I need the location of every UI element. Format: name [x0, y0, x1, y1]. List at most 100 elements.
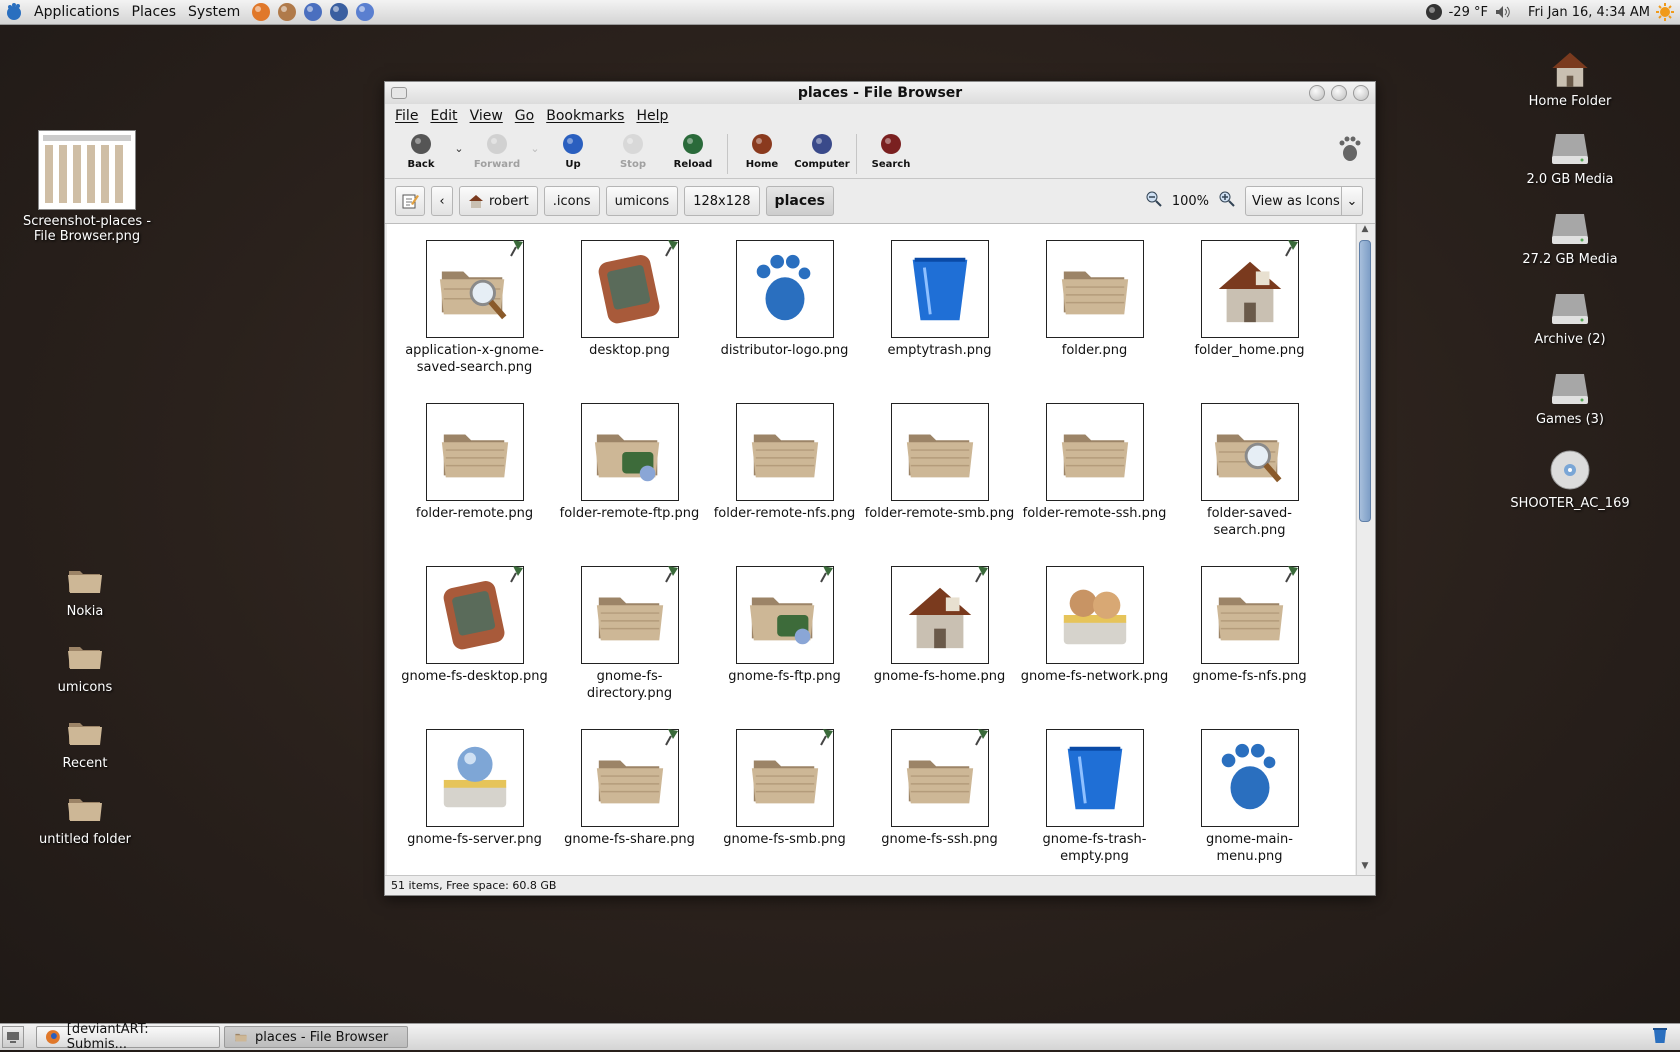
breadcrumb-item[interactable]: umicons [605, 186, 679, 216]
pin-emblem-icon [1285, 566, 1298, 583]
search-button[interactable]: Search [861, 128, 921, 170]
file-item[interactable]: gnome-fs-directory.png [552, 566, 707, 729]
app2-icon[interactable] [354, 1, 376, 23]
file-item[interactable]: gnome-fs-ftp.png [707, 566, 862, 729]
zoom-in-icon[interactable] [1219, 191, 1235, 211]
show-desktop-button[interactable] [2, 1026, 24, 1048]
breadcrumb-back-button[interactable]: ‹ [431, 186, 453, 216]
app-icon[interactable] [328, 1, 350, 23]
back-history-dropdown[interactable]: ⌄ [451, 128, 467, 155]
file-name: desktop.png [589, 343, 670, 358]
view-mode-select[interactable]: View as Icons ⌄ [1245, 186, 1363, 216]
desktop-item[interactable]: Home Folder [1505, 46, 1635, 109]
desktop-item[interactable]: umicons [20, 636, 150, 695]
breadcrumb-item[interactable]: 128x128 [684, 186, 760, 216]
desktop-item[interactable]: Games (3) [1505, 368, 1635, 427]
taskbar-button[interactable]: [deviantART: Submis... [36, 1022, 220, 1052]
desktop-item-label: Recent [62, 756, 108, 771]
menu-bookmarks[interactable]: Bookmarks [540, 108, 630, 124]
desktop-item[interactable]: Screenshot-places - File Browser.png [22, 130, 152, 244]
back-button[interactable]: Back [391, 128, 451, 170]
file-item[interactable]: gnome-fs-smb.png [707, 729, 862, 875]
toggle-location-entry-button[interactable] [395, 186, 425, 216]
menu-help[interactable]: Help [630, 108, 674, 124]
top-menu-places[interactable]: Places [126, 0, 183, 24]
file-item[interactable]: gnome-fs-network.png [1017, 566, 1172, 729]
top-menu-applications[interactable]: Applications [28, 0, 126, 24]
file-item[interactable]: folder_home.png [1172, 240, 1327, 403]
file-item[interactable]: gnome-fs-trash-empty.png [1017, 729, 1172, 875]
breadcrumb-item[interactable]: places [765, 186, 834, 216]
file-item[interactable]: desktop.png [552, 240, 707, 403]
vertical-scrollbar[interactable]: ▲ ▼ [1356, 224, 1373, 875]
user-icon[interactable] [276, 1, 298, 23]
clock[interactable]: Fri Jan 16, 4:34 AM [1528, 5, 1650, 20]
menu-edit[interactable]: Edit [424, 108, 463, 124]
file-item[interactable]: gnome-fs-ssh.png [862, 729, 1017, 875]
file-name: folder.png [1061, 343, 1128, 358]
file-item[interactable]: emptytrash.png [862, 240, 1017, 403]
file-item[interactable]: gnome-main-menu.png [1172, 729, 1327, 875]
zoom-level[interactable]: 100% [1172, 194, 1209, 209]
file-item[interactable]: folder-remote-smb.png [862, 403, 1017, 566]
file-item[interactable]: gnome-fs-home.png [862, 566, 1017, 729]
reload-button[interactable]: Reload [663, 128, 723, 170]
desktop-item[interactable]: 2.0 GB Media [1505, 128, 1635, 187]
window-titlebar[interactable]: places - File Browser [385, 82, 1375, 104]
gnome-foot-icon[interactable] [4, 2, 24, 22]
window-menu-button[interactable] [391, 87, 407, 99]
file-item[interactable]: folder.png [1017, 240, 1172, 403]
file-item[interactable]: folder-remote-nfs.png [707, 403, 862, 566]
breadcrumb-item[interactable]: robert [459, 186, 538, 216]
menu-view[interactable]: View [464, 108, 509, 124]
pin-emblem-icon [510, 240, 523, 257]
desktop-item[interactable]: SHOOTER_AC_169 [1505, 448, 1635, 511]
desktop-item[interactable]: Nokia [20, 560, 150, 619]
desktop-item[interactable]: 27.2 GB Media [1505, 208, 1635, 267]
volume-icon[interactable] [1494, 3, 1512, 21]
stop-icon [623, 134, 643, 154]
computer-button[interactable]: Computer [792, 128, 852, 170]
breadcrumb-item[interactable]: .icons [543, 186, 600, 216]
file-item[interactable]: gnome-fs-nfs.png [1172, 566, 1327, 729]
file-item[interactable]: application-x-gnome-saved-search.png [397, 240, 552, 403]
menu-file[interactable]: File [389, 108, 424, 124]
gnome-foot-icon [1337, 136, 1363, 166]
file-item[interactable]: gnome-fs-share.png [552, 729, 707, 875]
menu-go[interactable]: Go [509, 108, 540, 124]
update-notifier-icon[interactable] [1656, 3, 1674, 21]
file-item[interactable]: distributor-logo.png [707, 240, 862, 403]
file-item[interactable]: gnome-fs-server.png [397, 729, 552, 875]
weather-icon[interactable] [1425, 3, 1443, 21]
zoom-out-icon[interactable] [1146, 191, 1162, 211]
doc-icon[interactable] [302, 1, 324, 23]
file-item[interactable]: gnome-fs-desktop.png [397, 566, 552, 729]
file-item[interactable]: folder-saved-search.png [1172, 403, 1327, 566]
top-menu-system[interactable]: System [182, 0, 246, 24]
forward-history-dropdown[interactable]: ⌄ [527, 128, 543, 155]
close-button[interactable] [1353, 85, 1369, 101]
desktop-item[interactable]: untitled folder [20, 788, 150, 847]
file-item[interactable]: folder-remote-ssh.png [1017, 403, 1172, 566]
forward-button[interactable]: Forward [467, 128, 527, 170]
file-item[interactable]: folder-remote.png [397, 403, 552, 566]
folder-icon [20, 788, 150, 828]
desktop-item[interactable]: Archive (2) [1505, 288, 1635, 347]
weather-temp[interactable]: -29 °F [1449, 5, 1488, 20]
firefox-icon[interactable] [250, 1, 272, 23]
minimize-button[interactable] [1309, 85, 1325, 101]
file-item[interactable]: folder-remote-ftp.png [552, 403, 707, 566]
file-icon-view[interactable]: application-x-gnome-saved-search.png desk… [387, 224, 1355, 875]
file-name: gnome-fs-desktop.png [401, 669, 548, 684]
trash-applet[interactable] [1650, 1025, 1670, 1049]
toolbar-separator [727, 134, 728, 174]
scroll-down-arrow[interactable]: ▼ [1357, 861, 1373, 875]
maximize-button[interactable] [1331, 85, 1347, 101]
home-button[interactable]: Home [732, 128, 792, 170]
desktop-item[interactable]: Recent [20, 712, 150, 771]
stop-button[interactable]: Stop [603, 128, 663, 170]
taskbar-button[interactable]: places - File Browser [224, 1026, 408, 1048]
scrollbar-thumb[interactable] [1359, 240, 1371, 522]
scroll-up-arrow[interactable]: ▲ [1357, 224, 1373, 238]
up-button[interactable]: Up [543, 128, 603, 170]
